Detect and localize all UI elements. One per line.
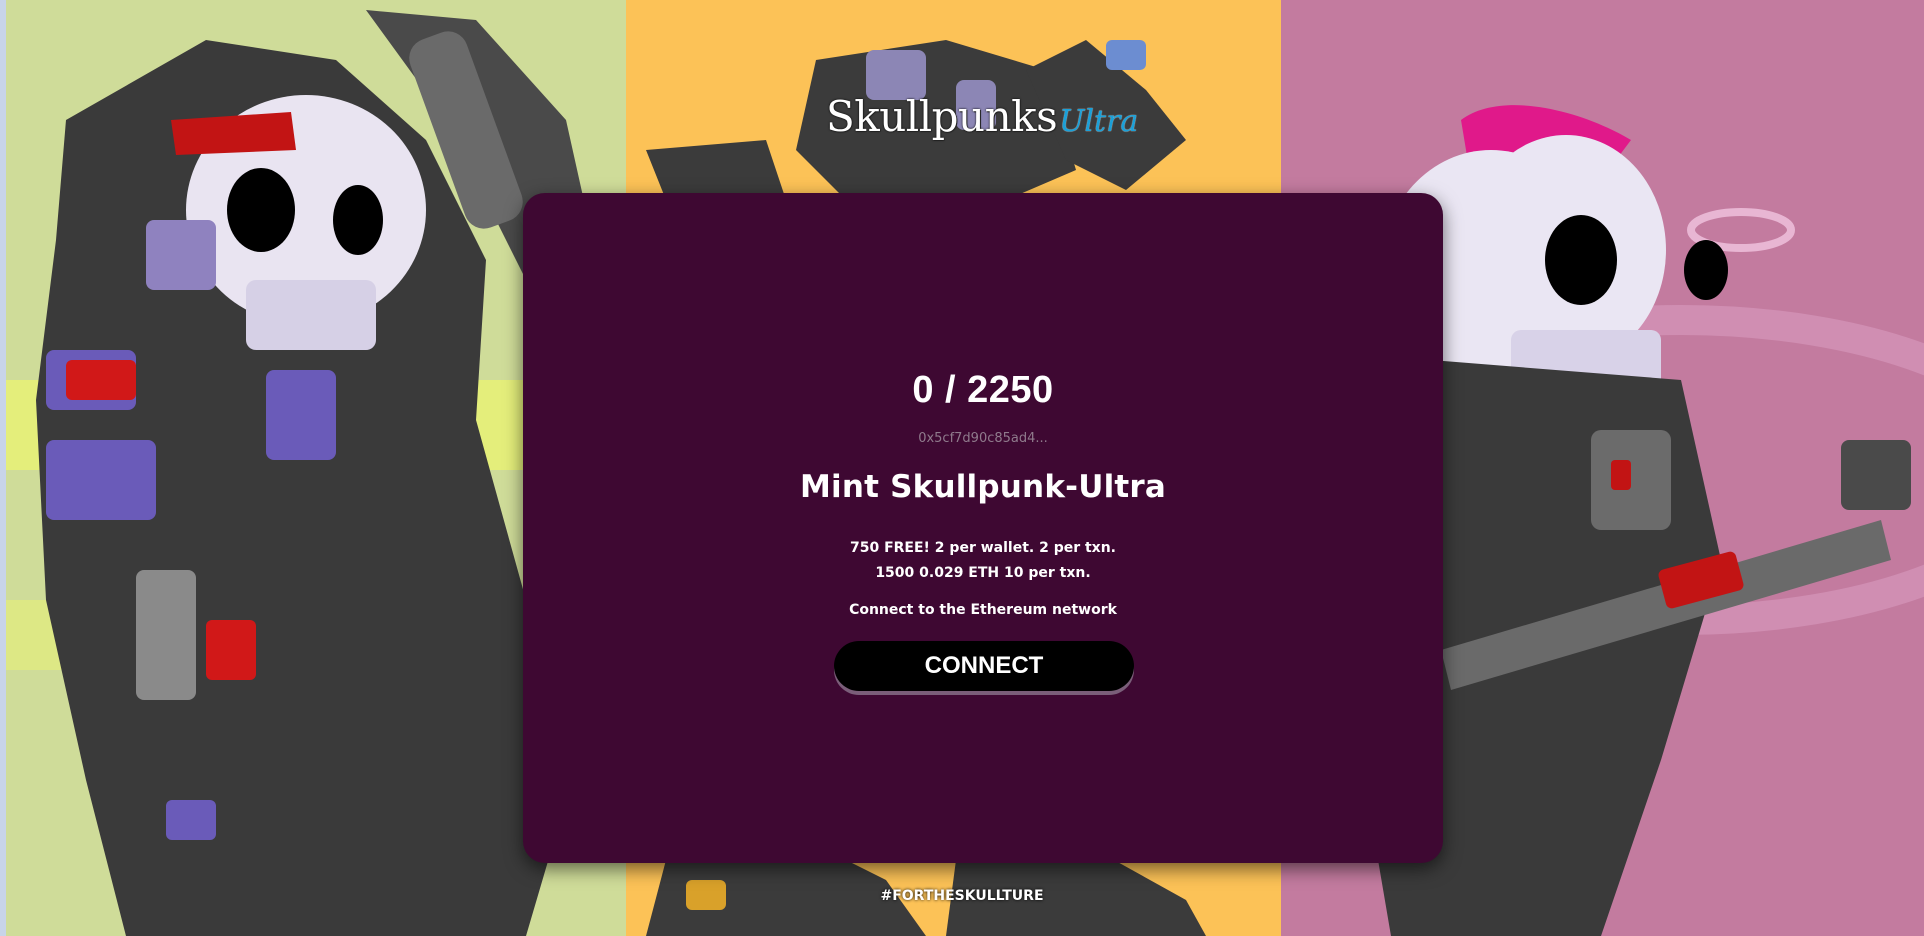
mint-info-line-free: 750 FREE! 2 per wallet. 2 per txn. bbox=[849, 540, 1116, 556]
connect-note: Connect to the Ethereum network bbox=[849, 602, 1117, 618]
logo-script-text: Ultra bbox=[1059, 104, 1139, 139]
mint-info-line-paid: 1500 0.029 ETH 10 per txn. bbox=[875, 565, 1091, 581]
logo-main-text: Skullpunks bbox=[826, 92, 1058, 141]
connect-button[interactable]: CONNECT bbox=[834, 641, 1134, 691]
mint-count: 0 / 2250 bbox=[912, 369, 1054, 411]
skullpunks-ultra-logo: Skullpunks Ultra bbox=[826, 92, 1138, 152]
contract-address-link[interactable]: 0x5cf7d90c85ad4... bbox=[523, 431, 1443, 446]
mint-card: 0 / 2250 0x5cf7d90c85ad4... Mint Skullpu… bbox=[523, 193, 1443, 863]
mint-title: Mint Skullpunk-Ultra bbox=[799, 469, 1167, 505]
mint-info: 750 FREE! 2 per wallet. 2 per txn. 1500 … bbox=[523, 536, 1443, 586]
footer-hashtag: #FORTHESKULLTURE bbox=[880, 888, 1044, 904]
